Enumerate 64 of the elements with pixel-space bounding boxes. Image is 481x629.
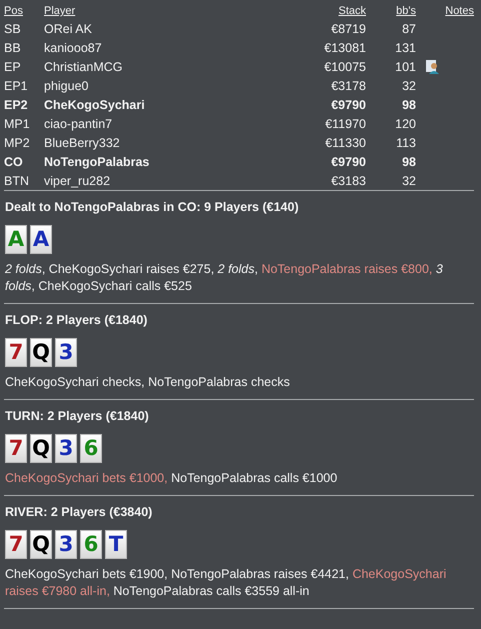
- street-heading: Dealt to NoTengoPalabras in CO: 9 Players (€140): [5, 200, 300, 214]
- position-cell: BTN: [4, 174, 29, 188]
- playing-card: 7: [5, 530, 27, 559]
- action-summary: CheKogoSychari bets €1900, NoTengoPalabras raises €4421, CheKogoSychari raises €7980 all-in, NoTengoPalabras calls €3559 all-in: [5, 566, 448, 600]
- player-name: viper_ru282: [44, 174, 110, 188]
- bb-cell: 131: [395, 40, 416, 54]
- column-header[interactable]: Player: [44, 4, 276, 19]
- player-name: kaniooo87: [44, 40, 102, 54]
- street-heading: FLOP: 2 Players (€1840): [5, 313, 148, 327]
- street-heading: TURN: 2 Players (€1840): [5, 409, 150, 423]
- player-name: CheKogoSychari: [44, 98, 145, 112]
- playing-card: Q: [30, 338, 52, 367]
- column-header[interactable]: Notes: [416, 4, 474, 19]
- stack-cell: €8719: [331, 22, 366, 36]
- playing-card: 3: [55, 530, 77, 559]
- playing-card: A: [5, 225, 27, 254]
- stack-cell: €3178: [331, 78, 366, 92]
- stack-cell: €3183: [331, 174, 366, 188]
- playing-card: 3: [55, 434, 77, 463]
- bb-cell: 32: [402, 78, 416, 92]
- playing-card: T: [105, 530, 127, 559]
- position-cell: EP1: [4, 78, 28, 92]
- player-name: phigue0: [44, 78, 88, 92]
- player-name: ORei AK: [44, 22, 92, 36]
- bb-cell: 32: [402, 174, 416, 188]
- street-heading: RIVER: 2 Players (€3840): [5, 505, 154, 519]
- player-name: ChristianMCG: [44, 60, 122, 74]
- stack-cell: €10075: [324, 60, 366, 74]
- player-name: ciao-pantin7: [44, 116, 112, 130]
- stack-cell: €9790: [331, 98, 366, 112]
- player-name: NoTengoPalabras: [44, 154, 150, 168]
- position-cell: EP2: [4, 98, 28, 112]
- playing-card: 7: [5, 338, 27, 367]
- action-summary: CheKogoSychari bets €1000, NoTengoPalabras calls €1000: [5, 470, 338, 487]
- position-cell: MP2: [4, 136, 30, 150]
- playing-card: A: [30, 225, 52, 254]
- playing-card: 7: [5, 434, 27, 463]
- playing-card: Q: [30, 434, 52, 463]
- playing-card: 6: [80, 434, 102, 463]
- stack-cell: €11970: [325, 116, 366, 130]
- action-summary: 2 folds, CheKogoSychari raises €275, 2 folds, NoTengoPalabras raises €800, 3 folds, CheKogoSychari calls €525: [5, 261, 444, 295]
- playing-card: 3: [55, 338, 77, 367]
- action-summary: CheKogoSychari checks, NoTengoPalabras checks: [5, 374, 291, 391]
- player-name: BlueBerry332: [44, 136, 120, 150]
- playing-card: 6: [80, 530, 102, 559]
- stack-cell: €9790: [331, 154, 366, 168]
- position-cell: CO: [4, 154, 23, 168]
- column-header[interactable]: bb's: [366, 4, 416, 19]
- bb-cell: 87: [402, 22, 416, 36]
- position-cell: SB: [4, 22, 21, 36]
- playing-card: Q: [30, 530, 52, 559]
- bb-cell: 120: [395, 116, 416, 130]
- position-cell: MP1: [4, 116, 30, 130]
- position-cell: BB: [4, 40, 21, 54]
- bb-cell: 98: [402, 98, 416, 112]
- position-cell: EP: [4, 60, 21, 74]
- person-note-icon[interactable]: [426, 60, 440, 74]
- column-header[interactable]: Pos: [4, 4, 44, 19]
- bb-cell: 101: [395, 60, 416, 74]
- bb-cell: 98: [402, 154, 416, 168]
- stack-cell: €11330: [325, 136, 366, 150]
- column-header[interactable]: Stack: [276, 4, 366, 19]
- bb-cell: 113: [396, 136, 416, 150]
- stack-cell: €13081: [324, 40, 366, 54]
